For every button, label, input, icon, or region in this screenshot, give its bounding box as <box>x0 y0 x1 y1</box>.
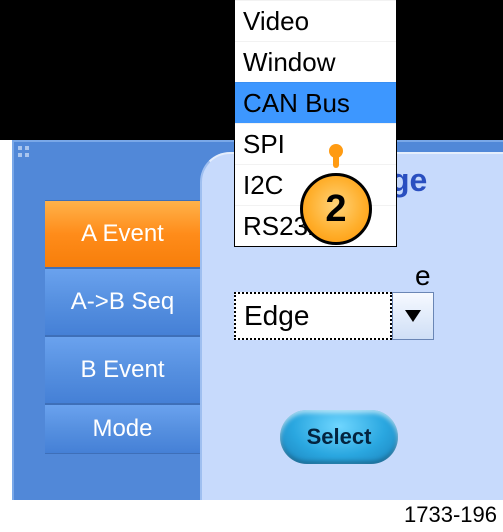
chevron-down-icon[interactable] <box>392 292 434 340</box>
tab-ab-seq[interactable]: A->B Seq <box>45 268 200 336</box>
dropdown-option[interactable]: Window <box>235 41 396 82</box>
select-current-value: Edge <box>234 292 392 340</box>
tab-mode[interactable]: Mode <box>45 404 200 454</box>
tab-a-event[interactable]: A Event <box>45 200 200 268</box>
dropdown-option[interactable]: SPI <box>235 123 396 164</box>
panel-subtitle-fragment: e <box>415 260 431 292</box>
callout-marker: 2 <box>300 173 372 245</box>
tab-b-event[interactable]: B Event <box>45 336 200 404</box>
document-number: 1733-196 <box>404 502 497 528</box>
event-tabs: A Event A->B Seq B Event Mode <box>45 200 200 454</box>
dropdown-option-highlighted[interactable]: CAN Bus <box>235 82 396 123</box>
dropdown-option[interactable]: Video <box>235 0 396 41</box>
trigger-type-select[interactable]: Edge <box>234 292 434 340</box>
select-button[interactable]: Select <box>280 410 398 464</box>
frame-grip-icon <box>18 146 29 157</box>
